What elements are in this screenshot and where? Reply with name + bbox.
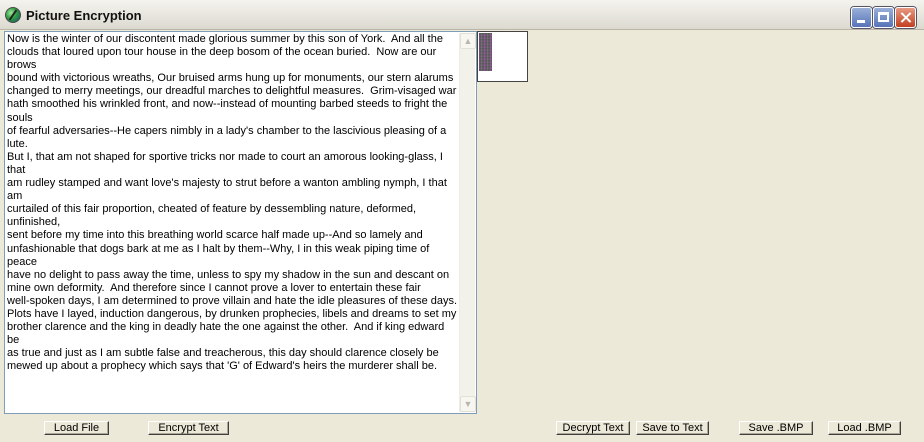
maximize-icon (878, 12, 889, 22)
title-bar[interactable]: Picture Encryption (0, 0, 924, 30)
close-button[interactable] (895, 7, 916, 28)
vertical-scrollbar[interactable]: ▲ ▼ (459, 33, 476, 412)
encoded-pixels-image (479, 33, 492, 71)
text-editor[interactable]: Now is the winter of our discontent made… (4, 31, 477, 414)
save-to-text-button[interactable]: Save to Text (636, 421, 709, 435)
scroll-up-icon[interactable]: ▲ (460, 33, 476, 49)
encryption-globe-icon (5, 7, 21, 23)
window-title: Picture Encryption (26, 8, 142, 23)
decrypt-text-button[interactable]: Decrypt Text (556, 421, 630, 435)
text-editor-content[interactable]: Now is the winter of our discontent made… (7, 33, 459, 411)
maximize-button[interactable] (873, 7, 894, 28)
minimize-icon (857, 20, 865, 23)
load-bmp-button[interactable]: Load .BMP (828, 421, 901, 435)
minimize-button[interactable] (851, 7, 872, 28)
encrypt-text-button[interactable]: Encrypt Text (148, 421, 229, 435)
save-bmp-button[interactable]: Save .BMP (739, 421, 813, 435)
scroll-down-icon[interactable]: ▼ (460, 396, 476, 412)
picture-preview (477, 31, 528, 82)
load-file-button[interactable]: Load File (44, 421, 109, 435)
